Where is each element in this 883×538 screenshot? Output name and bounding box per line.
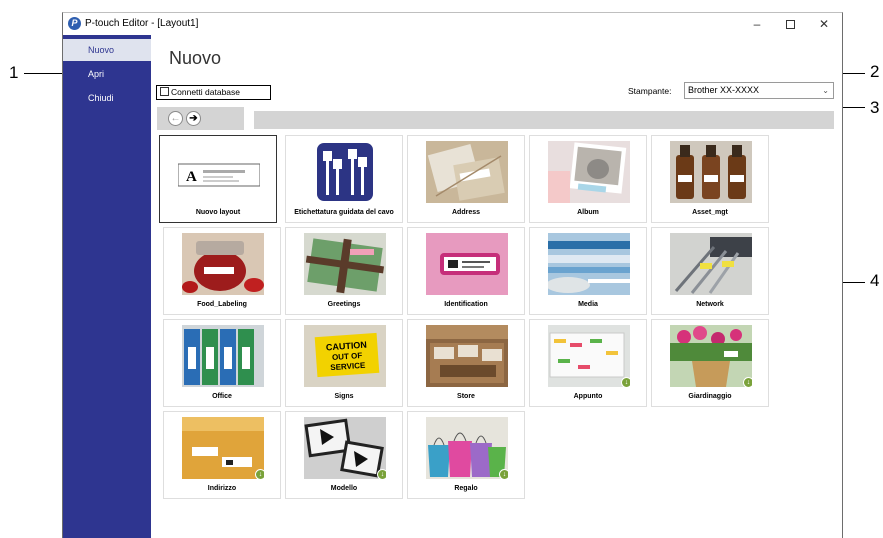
window-title: P-touch Editor - [Layout1]	[85, 18, 199, 29]
template-greetings[interactable]: Greetings	[285, 227, 403, 315]
cable-label-icon	[304, 141, 386, 203]
minimize-button[interactable]: –	[746, 15, 768, 33]
page-title: Nuovo	[169, 48, 222, 68]
template-label: Greetings	[327, 301, 361, 308]
album-image	[548, 141, 630, 203]
sidebar: Nuovo Apri Chiudi	[63, 35, 151, 538]
office-image	[182, 325, 264, 387]
template-label: Modello	[330, 485, 358, 492]
template-label: Giardinaggio	[688, 393, 732, 400]
network-image	[670, 233, 752, 295]
greetings-image	[304, 233, 386, 295]
download-icon: ↓	[377, 469, 386, 479]
template-grid: A Nuovo layout Etichettatura guidata del…	[159, 135, 773, 500]
template-label: Address	[451, 209, 480, 216]
sidebar-item-chiudi[interactable]: Chiudi	[63, 87, 151, 109]
sidebar-item-nuovo[interactable]: Nuovo	[63, 39, 151, 61]
template-asset-mgt[interactable]: Asset_mgt	[651, 135, 769, 223]
back-button[interactable]: ←	[168, 111, 183, 126]
store-image	[426, 325, 508, 387]
checkbox-box[interactable]	[160, 87, 169, 96]
template-identification[interactable]: Identification	[407, 227, 525, 315]
title-bar[interactable]: P P-touch Editor - [Layout1] – ✕	[63, 13, 842, 35]
address-image	[426, 141, 508, 203]
signs-image: CAUTION OUT OF SERVICE	[304, 325, 386, 387]
download-icon: ↓	[499, 469, 508, 479]
maximize-button[interactable]	[779, 15, 801, 33]
svg-text:A: A	[186, 169, 197, 185]
blank-layout-icon: A	[178, 141, 260, 203]
memo-image: ↓	[548, 325, 630, 387]
printer-label: Stampante:	[628, 86, 672, 96]
template-label: Signs	[334, 393, 354, 400]
callout-3: 3	[870, 98, 880, 117]
template-cable-label[interactable]: Etichettatura guidata del cavo	[285, 135, 403, 223]
template-album[interactable]: Album	[529, 135, 647, 223]
template-label: Media	[578, 301, 598, 308]
envelope-image: ↓	[182, 417, 264, 479]
model-image: ↓	[304, 417, 386, 479]
sidebar-item-apri[interactable]: Apri	[63, 63, 151, 85]
template-network[interactable]: Network	[651, 227, 769, 315]
template-label: Regalo	[454, 485, 478, 492]
navigation-panel: ← ➔	[157, 107, 244, 130]
template-nuovo-layout[interactable]: A Nuovo layout	[159, 135, 277, 223]
breadcrumb	[254, 111, 834, 129]
connect-database-checkbox[interactable]: Connetti database	[156, 85, 271, 100]
template-label: Store	[457, 393, 475, 400]
connect-database-label: Connetti database	[171, 87, 240, 97]
template-label: Indirizzo	[207, 485, 237, 492]
template-media[interactable]: Media	[529, 227, 647, 315]
callout-4: 4	[870, 271, 880, 290]
template-label: Network	[696, 301, 724, 308]
gardening-image: ↓	[670, 325, 752, 387]
identification-image	[426, 233, 508, 295]
template-indirizzo[interactable]: ↓ Indirizzo	[163, 411, 281, 499]
template-appunto[interactable]: ↓ Appunto	[529, 319, 647, 407]
template-food-labeling[interactable]: Food_Labeling	[163, 227, 281, 315]
chevron-down-icon: ⌄	[822, 86, 829, 95]
download-icon: ↓	[621, 377, 630, 387]
close-button[interactable]: ✕	[813, 15, 835, 33]
callout-1: 1	[9, 63, 19, 82]
app-icon: P	[68, 17, 81, 30]
template-label: Identification	[444, 301, 488, 308]
food-image	[182, 233, 264, 295]
template-signs[interactable]: CAUTION OUT OF SERVICE Signs	[285, 319, 403, 407]
asset-image	[670, 141, 752, 203]
template-store[interactable]: Store	[407, 319, 525, 407]
template-label: Appunto	[573, 393, 603, 400]
app-window: P P-touch Editor - [Layout1] – ✕ Nuovo A…	[62, 12, 843, 538]
printer-select[interactable]: Brother XX-XXXX ⌄	[684, 82, 834, 99]
forward-button[interactable]: ➔	[186, 111, 201, 126]
template-regalo[interactable]: ↓ Regalo	[407, 411, 525, 499]
template-label: Etichettatura guidata del cavo	[294, 209, 394, 216]
template-label: Food_Labeling	[197, 301, 247, 308]
maximize-icon	[785, 20, 795, 30]
template-label: Asset_mgt	[692, 209, 728, 216]
callout-2: 2	[870, 62, 880, 81]
template-modello[interactable]: ↓ Modello	[285, 411, 403, 499]
template-label: Office	[212, 393, 232, 400]
download-icon: ↓	[743, 377, 752, 387]
template-address[interactable]: Address	[407, 135, 525, 223]
gift-image: ↓	[426, 417, 508, 479]
printer-value: Brother XX-XXXX	[688, 85, 760, 95]
template-label: Album	[577, 209, 599, 216]
media-image	[548, 233, 630, 295]
template-giardinaggio[interactable]: ↓ Giardinaggio	[651, 319, 769, 407]
template-office[interactable]: Office	[163, 319, 281, 407]
template-label: Nuovo layout	[195, 209, 241, 216]
download-icon: ↓	[255, 469, 264, 479]
